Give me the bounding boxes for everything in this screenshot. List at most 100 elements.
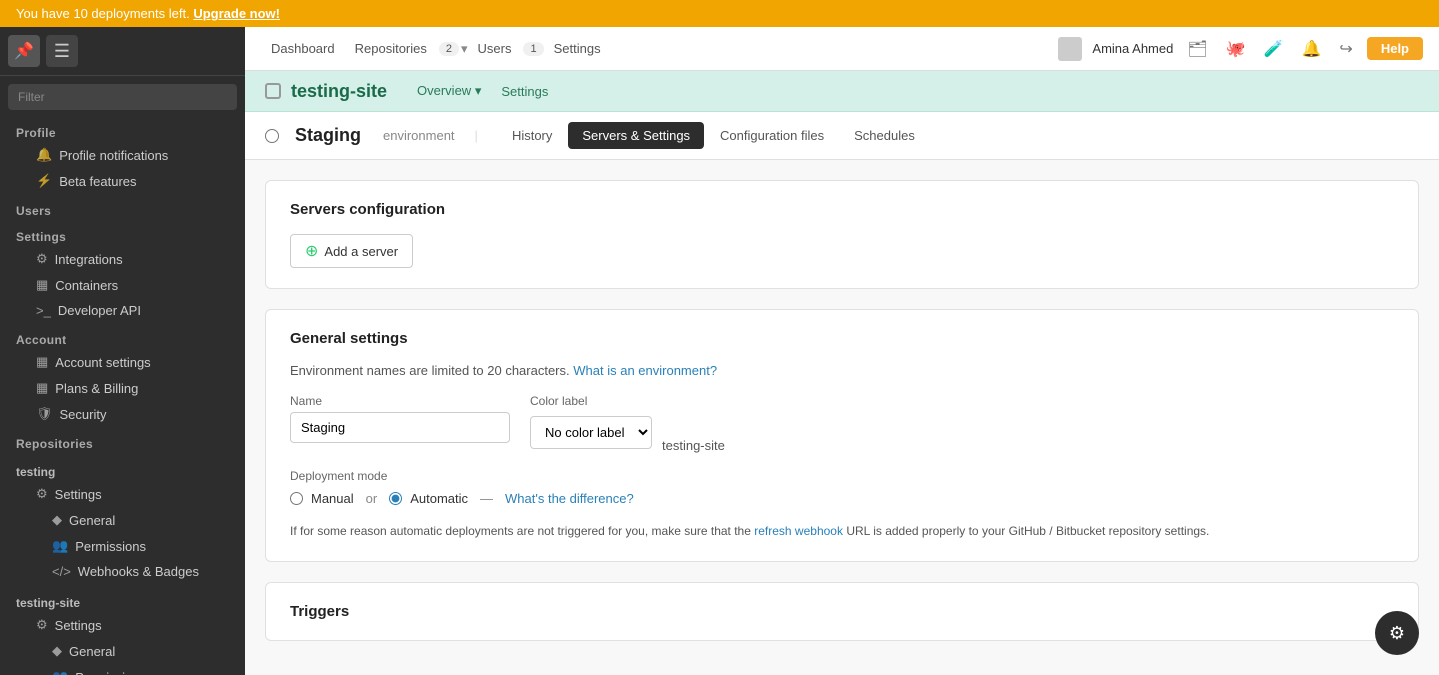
sidebar-section-testing: testing ⚙ Settings ◆ General 👥 Permissio… — [0, 455, 245, 586]
beta-icon: ⚡ — [36, 173, 52, 189]
nav-users-group: Users 1 — [468, 37, 544, 60]
banner-text: You have 10 deployments left. — [16, 6, 190, 21]
sidebar-item-beta-features[interactable]: ⚡ Beta features — [0, 168, 245, 194]
triggers-card-body: Triggers — [266, 583, 1418, 640]
environment-type: environment — [383, 128, 455, 143]
color-select[interactable]: No color label — [530, 416, 652, 449]
sidebar-section-testing-site: testing-site ⚙ Settings ◆ General 👥 Perm… — [0, 586, 245, 675]
deployment-mode-group: Deployment mode Manual or Automatic — Wh… — [290, 469, 1394, 506]
triggers-card: Triggers — [265, 582, 1419, 641]
help-button[interactable]: Help — [1367, 37, 1423, 60]
sidebar-item-testing-webhooks[interactable]: </> Webhooks & Badges — [0, 559, 245, 584]
add-server-button[interactable]: ⊕ Add a server — [290, 234, 413, 268]
project-checkbox[interactable] — [265, 83, 281, 99]
bell-button[interactable]: 🔔 — [1298, 35, 1326, 63]
sidebar-section-settings: Settings ⚙ Integrations ▦ Containers >_ … — [0, 222, 245, 325]
color-form-group: Color label No color label testing-site — [530, 394, 725, 453]
name-input[interactable] — [290, 412, 510, 443]
or-text: or — [366, 491, 378, 506]
sidebar-item-testing-site-permissions[interactable]: 👥 Permissions — [0, 664, 245, 675]
sidebar-item-developer-api[interactable]: >_ Developer API — [0, 298, 245, 323]
sidebar-item-label: Integrations — [55, 252, 123, 267]
sidebar-label-testing-site: testing-site — [0, 588, 245, 612]
sidebar-item-label: Account settings — [55, 355, 150, 370]
sidebar-section-profile: Profile 🔔 Profile notifications ⚡ Beta f… — [0, 118, 245, 196]
sidebar-label-users: Users — [0, 198, 245, 220]
sidebar-item-account-settings[interactable]: ▦ Account settings — [0, 349, 245, 375]
tab-configuration-files[interactable]: Configuration files — [706, 122, 838, 149]
sidebar-filter-input[interactable] — [8, 84, 237, 110]
sidebar-item-testing-site-settings[interactable]: ⚙ Settings — [0, 612, 245, 638]
sidebar-item-label: Plans & Billing — [55, 381, 138, 396]
refresh-webhook-link[interactable]: refresh webhook — [754, 524, 843, 538]
tab-servers-settings[interactable]: Servers & Settings — [568, 122, 704, 149]
sidebar-section-users: Users — [0, 196, 245, 222]
upgrade-link[interactable]: Upgrade now! — [193, 6, 280, 21]
sidebar-item-profile-notifications[interactable]: 🔔 Profile notifications — [0, 142, 245, 168]
tab-schedules[interactable]: Schedules — [840, 122, 929, 149]
main-content: Dashboard Repositories 2 ▾ Users 1 Setti… — [245, 27, 1439, 675]
sidebar-item-testing-settings[interactable]: ⚙ Settings — [0, 481, 245, 507]
pin-button[interactable]: 📌 — [8, 35, 40, 67]
menu-button[interactable]: ☰ — [46, 35, 78, 67]
credit-card-button[interactable]: 🗂 — [1183, 35, 1211, 63]
whats-difference-link[interactable]: What's the difference? — [505, 491, 634, 506]
project-settings-link[interactable]: Settings — [491, 80, 558, 103]
nav-repositories[interactable]: Repositories — [345, 37, 437, 60]
sidebar-label-settings: Settings — [0, 224, 245, 246]
sidebar-item-label: General — [69, 513, 115, 528]
support-button[interactable]: ⚙ — [1375, 611, 1419, 655]
servers-config-title: Servers configuration — [290, 201, 1394, 218]
what-is-environment-link[interactable]: What is an environment? — [573, 363, 717, 378]
signout-button[interactable]: ↪ — [1335, 35, 1356, 63]
overview-label: Overview — [417, 83, 471, 98]
environment-tabs: History Servers & Settings Configuration… — [498, 122, 929, 149]
users-count-badge: 1 — [523, 42, 543, 56]
sidebar-section-account: Account ▦ Account settings ▦ Plans & Bil… — [0, 325, 245, 429]
general-icon: ◆ — [52, 643, 62, 659]
sidebar-item-label: Security — [60, 407, 107, 422]
tab-history[interactable]: History — [498, 122, 566, 149]
user-avatar — [1058, 37, 1082, 61]
sidebar-item-security[interactable]: 🛡 Security — [0, 401, 245, 427]
nav-settings[interactable]: Settings — [544, 37, 611, 60]
settings-icon: ⚙ — [36, 617, 48, 633]
sidebar-item-testing-general[interactable]: ◆ General — [0, 507, 245, 533]
nav-users[interactable]: Users — [468, 37, 522, 60]
general-icon: ◆ — [52, 512, 62, 528]
site-name-label: testing-site — [662, 438, 725, 453]
nav-dashboard[interactable]: Dashboard — [261, 37, 345, 60]
nav-repositories-group: Repositories 2 ▾ — [345, 37, 468, 60]
general-settings-title: General settings — [290, 330, 1394, 347]
support-icon: ⚙ — [1389, 623, 1405, 644]
sidebar-item-testing-permissions[interactable]: 👥 Permissions — [0, 533, 245, 559]
sidebar-item-label: Permissions — [75, 670, 146, 675]
manual-radio[interactable] — [290, 492, 303, 505]
overview-dropdown-icon: ▾ — [475, 83, 482, 98]
manual-label: Manual — [311, 491, 354, 506]
auto-note2-text: URL is added properly to your GitHub / B… — [846, 524, 1209, 538]
project-header: testing-site Overview ▾ Settings — [245, 71, 1439, 112]
github-button[interactable]: 🐙 — [1222, 35, 1250, 63]
topnav-right: Amina Ahmed 🗂 🐙 🧪 🔔 ↪ Help — [1058, 35, 1423, 63]
automatic-radio[interactable] — [389, 492, 402, 505]
bell-icon: 🔔 — [36, 147, 52, 163]
sidebar-item-testing-site-general[interactable]: ◆ General — [0, 638, 245, 664]
sidebar-item-label: Permissions — [75, 539, 146, 554]
name-label: Name — [290, 394, 510, 408]
top-navigation: Dashboard Repositories 2 ▾ Users 1 Setti… — [245, 27, 1439, 71]
sidebar-item-plans-billing[interactable]: ▦ Plans & Billing — [0, 375, 245, 401]
account-settings-icon: ▦ — [36, 354, 48, 370]
sidebar-item-containers[interactable]: ▦ Containers — [0, 272, 245, 298]
environment-name: Staging — [295, 125, 361, 146]
billing-icon: ▦ — [36, 380, 48, 396]
automatic-label: Automatic — [410, 491, 468, 506]
sidebar-item-integrations[interactable]: ⚙ Integrations — [0, 246, 245, 272]
main-scroll-area: Servers configuration ⊕ Add a server Gen… — [245, 160, 1439, 675]
sidebar-item-label: Developer API — [58, 303, 141, 318]
environment-radio[interactable] — [265, 129, 279, 143]
env-divider: | — [475, 128, 478, 143]
color-label: Color label — [530, 394, 725, 408]
flask-button[interactable]: 🧪 — [1260, 35, 1288, 63]
project-overview-link[interactable]: Overview ▾ — [407, 79, 491, 103]
